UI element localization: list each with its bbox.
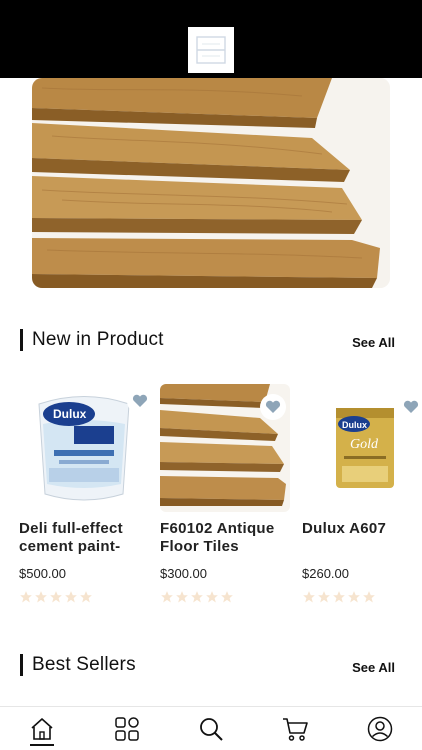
svg-text:Dulux: Dulux (342, 420, 367, 430)
svg-text:Dulux: Dulux (53, 407, 87, 421)
star-icon (50, 591, 62, 603)
hero-banner[interactable] (32, 78, 390, 288)
search-icon (200, 717, 223, 741)
section-accent-bar (20, 654, 23, 676)
nav-profile[interactable] (360, 709, 400, 749)
star-icon (206, 591, 218, 603)
star-rating (19, 590, 149, 604)
nav-categories[interactable] (107, 709, 147, 749)
product-price: $260.00 (302, 566, 349, 581)
section-title: Best Sellers (32, 654, 136, 675)
product-image-dulux-gold-can[interactable]: Dulux Gold (302, 384, 422, 512)
categories-icon (114, 716, 139, 741)
star-icon (363, 591, 375, 603)
star-icon (318, 591, 330, 603)
cart-icon (283, 717, 309, 741)
star-icon (20, 591, 32, 603)
star-icon (35, 591, 47, 603)
section-title: New in Product (32, 329, 164, 350)
store-logo-icon[interactable] (188, 27, 234, 73)
nav-cart[interactable] (275, 709, 315, 749)
star-rating (302, 590, 422, 604)
nav-search[interactable] (191, 709, 231, 749)
favorite-heart-icon[interactable] (398, 394, 422, 420)
product-name[interactable]: Dulux A607 (302, 520, 422, 538)
product-image-dulux-paint-bucket[interactable]: Dulux (19, 384, 149, 512)
star-icon (80, 591, 92, 603)
section-accent-bar (20, 329, 23, 351)
product-image-wood-floor-planks[interactable] (160, 384, 290, 512)
product-price: $300.00 (160, 566, 207, 581)
star-rating (160, 590, 290, 604)
profile-icon (367, 716, 392, 741)
favorite-heart-icon[interactable] (127, 388, 149, 414)
star-icon (348, 591, 360, 603)
product-card[interactable]: Dulux Deli full-effect cement paint- $50… (19, 384, 149, 604)
star-icon (176, 591, 188, 603)
product-name[interactable]: Deli full-effect cement paint- (19, 520, 149, 556)
star-icon (333, 591, 345, 603)
svg-text:Gold: Gold (350, 437, 379, 452)
see-all-new-in-product-link[interactable]: See All (352, 335, 395, 350)
section-header-best-sellers: Best Sellers (20, 654, 136, 676)
star-icon (191, 591, 203, 603)
product-name[interactable]: F60102 Antique Floor Tiles (160, 520, 290, 556)
see-all-best-sellers-link[interactable]: See All (352, 660, 395, 675)
product-price: $500.00 (19, 566, 66, 581)
top-bar (0, 0, 422, 78)
star-icon (221, 591, 233, 603)
star-icon (65, 591, 77, 603)
star-icon (161, 591, 173, 603)
product-card[interactable]: Dulux Gold Dulux A607 $260.00 (302, 384, 422, 604)
bottom-nav (0, 706, 422, 750)
nav-home[interactable] (22, 709, 62, 749)
favorite-heart-icon[interactable] (260, 394, 286, 420)
section-header-new-in-product: New in Product (20, 329, 164, 351)
product-card[interactable]: F60102 Antique Floor Tiles $300.00 (160, 384, 290, 604)
home-icon (31, 717, 53, 740)
star-icon (303, 591, 315, 603)
